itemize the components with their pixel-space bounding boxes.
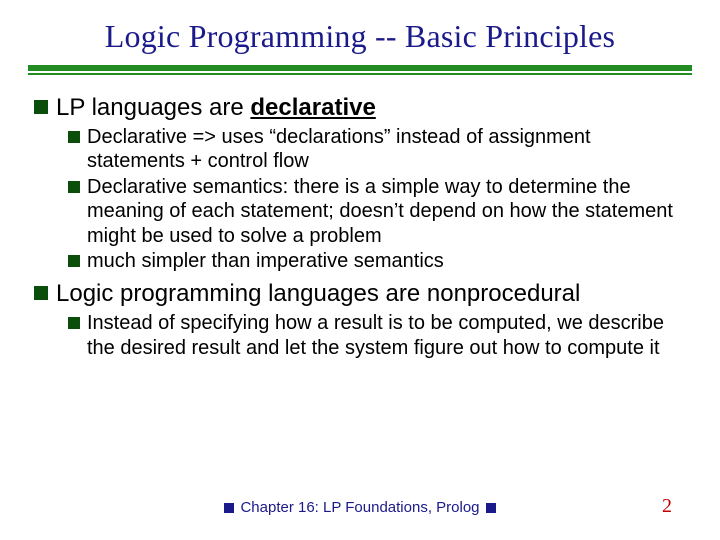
square-bullet-icon <box>68 255 80 267</box>
slide-title: Logic Programming -- Basic Principles <box>38 18 682 65</box>
bullet-level1: Logic programming languages are nonproce… <box>34 279 680 309</box>
square-bullet-icon <box>224 503 234 513</box>
bullet-level2: Instead of specifying how a result is to… <box>68 311 680 360</box>
bullet-text: Logic programming languages are nonproce… <box>56 279 580 309</box>
bullet-text-emph: declarative <box>250 94 375 121</box>
slide: Logic Programming -- Basic Principles LP… <box>0 0 720 540</box>
square-bullet-icon <box>34 100 48 114</box>
bullet-text: LP languages are declarative <box>56 93 376 123</box>
bullet-text: Instead of specifying how a result is to… <box>87 311 680 360</box>
footer: Chapter 16: LP Foundations, Prolog <box>0 499 720 516</box>
bullet-level2: much simpler than imperative semantics <box>68 249 680 273</box>
bullet-level1: LP languages are declarative <box>34 93 680 123</box>
bullet-text: much simpler than imperative semantics <box>87 249 444 273</box>
bullet-level2: Declarative semantics: there is a simple… <box>68 175 680 248</box>
square-bullet-icon <box>68 181 80 193</box>
square-bullet-icon <box>68 317 80 329</box>
footer-text: Chapter 16: LP Foundations, Prolog <box>240 499 479 516</box>
square-bullet-icon <box>68 131 80 143</box>
bullet-text: Declarative semantics: there is a simple… <box>87 175 680 248</box>
divider-thin <box>28 73 692 75</box>
bullet-text-pre: Logic programming languages are nonproce… <box>56 280 580 307</box>
divider-thick <box>28 65 692 71</box>
content: LP languages are declarative Declarative… <box>38 85 682 360</box>
bullet-text: Declarative => uses “declarations” inste… <box>87 125 680 174</box>
square-bullet-icon <box>486 503 496 513</box>
square-bullet-icon <box>34 286 48 300</box>
bullet-text-pre: LP languages are <box>56 94 250 121</box>
page-number: 2 <box>662 495 672 518</box>
bullet-level2: Declarative => uses “declarations” inste… <box>68 125 680 174</box>
